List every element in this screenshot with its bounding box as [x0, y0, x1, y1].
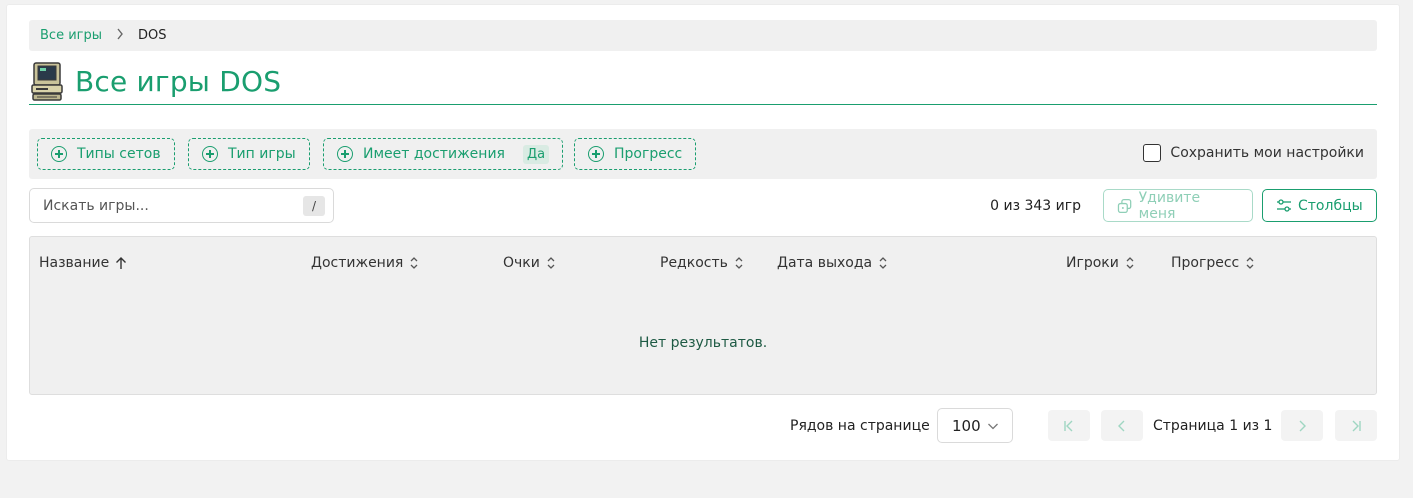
filter-progress[interactable]: Прогресс: [574, 138, 697, 170]
plus-circle-icon: [588, 146, 604, 162]
column-header-label: Прогресс: [1171, 255, 1240, 271]
filter-bar: Типы сетов Тип игры Имеет достижения Да …: [29, 129, 1377, 179]
columns-button[interactable]: Столбцы: [1262, 189, 1377, 222]
sliders-icon: [1277, 198, 1291, 212]
rows-per-page-label: Рядов на странице: [790, 418, 930, 434]
filter-label: Прогресс: [614, 146, 683, 162]
column-header-label: Редкость: [660, 255, 728, 271]
filter-value-badge: Да: [522, 144, 550, 164]
sort-icon: [879, 257, 887, 269]
next-page-button[interactable]: [1281, 410, 1323, 441]
chevrons-first-icon: [1064, 420, 1073, 431]
empty-state: Нет результатов.: [638, 335, 768, 351]
filter-label: Имеет достижения: [363, 146, 505, 162]
page-indicator: Страница 1 из 1: [1153, 418, 1273, 434]
column-header-rarity[interactable]: Редкость: [660, 255, 744, 271]
column-header-label: Игроки: [1066, 255, 1119, 271]
sort-icon: [1126, 257, 1134, 269]
page-header: Все игры DOS: [29, 58, 1377, 105]
search-box: /: [29, 188, 334, 223]
plus-circle-icon: [337, 146, 353, 162]
arrow-up-icon: [116, 257, 127, 269]
results-count: 0 из 343 игр: [990, 198, 1081, 214]
sort-icon: [735, 257, 743, 269]
breadcrumb-all-games[interactable]: Все игры: [40, 28, 102, 43]
plus-circle-icon: [51, 146, 67, 162]
save-settings[interactable]: Сохранить мои настройки: [1143, 144, 1364, 162]
search-input[interactable]: [43, 197, 293, 214]
columns-label: Столбцы: [1298, 197, 1363, 214]
first-page-button[interactable]: [1048, 410, 1090, 441]
sort-icon: [410, 257, 418, 269]
games-table: Название Достижения Очки Редкость Дата в…: [29, 236, 1377, 395]
breadcrumb: Все игры DOS: [29, 20, 1377, 51]
keyboard-shortcut-hint: /: [303, 196, 325, 216]
column-header-label: Дата выхода: [777, 255, 873, 271]
column-header-name[interactable]: Название: [39, 255, 127, 271]
column-header-points[interactable]: Очки: [503, 255, 556, 271]
dos-computer-icon: [30, 61, 64, 101]
filter-set-types[interactable]: Типы сетов: [37, 138, 175, 170]
chevron-left-icon: [1118, 420, 1125, 431]
rows-per-page-value: 100: [952, 416, 981, 435]
chevron-right-icon: [1299, 420, 1306, 431]
chevrons-last-icon: [1352, 420, 1361, 431]
plus-circle-icon: [202, 146, 218, 162]
column-header-players[interactable]: Игроки: [1066, 255, 1135, 271]
last-page-button[interactable]: [1335, 410, 1377, 441]
prev-page-button[interactable]: [1101, 410, 1143, 441]
column-header-label: Достижения: [311, 255, 404, 271]
save-settings-label: Сохранить мои настройки: [1170, 145, 1364, 161]
sort-icon: [547, 257, 555, 269]
filter-label: Типы сетов: [77, 146, 161, 162]
save-settings-checkbox[interactable]: [1143, 144, 1162, 162]
chevron-right-icon: [116, 28, 124, 44]
column-header-achievements[interactable]: Достижения: [311, 255, 419, 271]
surprise-me-label: Удивите меня: [1138, 189, 1201, 222]
breadcrumb-current: DOS: [138, 28, 167, 43]
filter-label: Тип игры: [228, 146, 296, 162]
column-header-release-date[interactable]: Дата выхода: [777, 255, 888, 271]
column-header-label: Очки: [503, 255, 540, 271]
filter-has-achievements[interactable]: Имеет достижения Да: [323, 138, 564, 170]
surprise-me-button[interactable]: Удивите меня: [1103, 189, 1253, 222]
page-title: Все игры DOS: [75, 64, 282, 98]
chevron-down-icon: [987, 423, 998, 429]
sort-icon: [1246, 257, 1254, 269]
dice-icon: [1117, 198, 1132, 213]
column-header-progress[interactable]: Прогресс: [1171, 255, 1255, 271]
filter-game-type[interactable]: Тип игры: [188, 138, 310, 170]
rows-per-page-select[interactable]: 100: [937, 408, 1013, 443]
column-header-label: Название: [39, 255, 110, 271]
